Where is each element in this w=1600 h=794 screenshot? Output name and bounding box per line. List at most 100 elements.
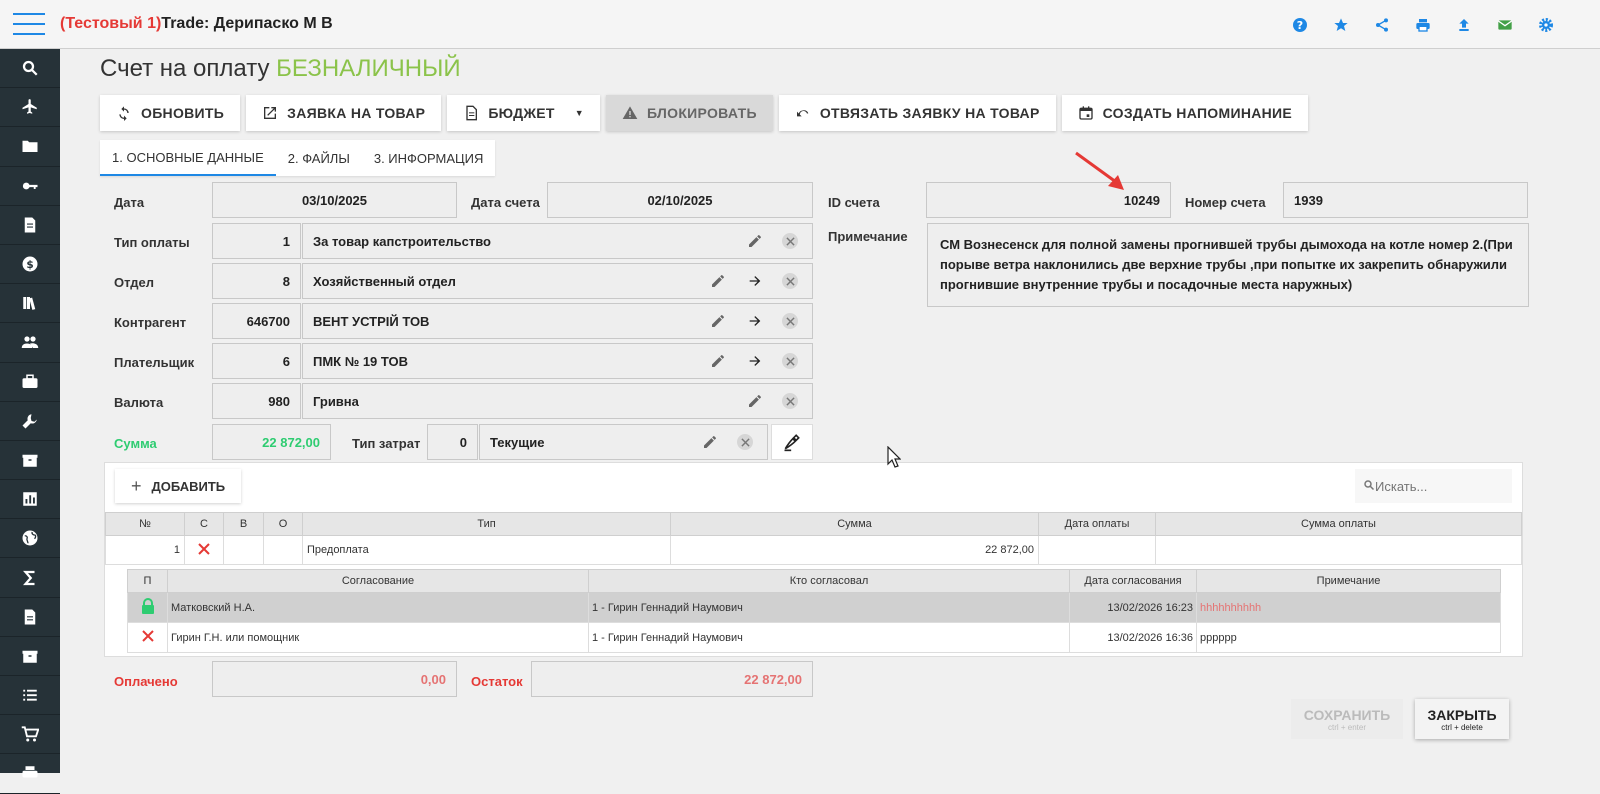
invoice-id-field[interactable]: 10249 bbox=[926, 182, 1171, 218]
currency-field[interactable]: Гривна bbox=[302, 383, 813, 419]
receipt-icon[interactable] bbox=[0, 206, 60, 245]
col-approval[interactable]: Согласование bbox=[167, 569, 589, 593]
chart-icon[interactable] bbox=[0, 480, 60, 520]
budget-label: БЮДЖЕТ bbox=[488, 105, 555, 121]
note-label: Примечание bbox=[828, 229, 908, 244]
col-pay-sum[interactable]: Сумма оплаты bbox=[1155, 512, 1522, 536]
col-approved-by[interactable]: Кто согласовал bbox=[588, 569, 1070, 593]
print-icon[interactable] bbox=[1412, 14, 1433, 35]
add-button[interactable]: + ДОБАВИТЬ bbox=[115, 469, 242, 503]
col-number[interactable]: № bbox=[105, 512, 185, 536]
edit-icon[interactable] bbox=[708, 271, 728, 291]
plane-icon[interactable] bbox=[0, 88, 60, 128]
clear-icon[interactable] bbox=[782, 353, 798, 369]
edit-icon[interactable] bbox=[745, 391, 765, 411]
edit-icon[interactable] bbox=[708, 311, 728, 331]
dept-label: Отдел bbox=[114, 275, 155, 290]
dollar-icon[interactable]: $ bbox=[0, 245, 60, 285]
table-row[interactable]: 1 Предоплата 22 872,00 bbox=[105, 535, 1522, 565]
tab-main[interactable]: 1. ОСНОВНЫЕ ДАННЫЕ bbox=[100, 140, 276, 176]
pay-type-field[interactable]: За товар капстроительство bbox=[302, 223, 813, 259]
col-o[interactable]: О bbox=[263, 512, 303, 536]
box2-icon[interactable] bbox=[0, 637, 60, 676]
cost-type-field[interactable]: Текущие bbox=[479, 424, 768, 460]
edit-icon[interactable] bbox=[745, 231, 765, 251]
payer-field[interactable]: ПМК № 19 ТОВ bbox=[302, 343, 813, 379]
refresh-button[interactable]: ОБНОВИТЬ bbox=[100, 95, 241, 131]
arrow-right-icon[interactable] bbox=[745, 311, 765, 331]
users-icon[interactable] bbox=[0, 323, 60, 363]
share-icon[interactable] bbox=[1371, 14, 1392, 35]
list-icon[interactable] bbox=[0, 676, 60, 716]
col-approval-date[interactable]: Дата согласования bbox=[1069, 569, 1197, 593]
briefcase-icon[interactable] bbox=[0, 363, 60, 402]
contractor-code[interactable]: 646700 bbox=[212, 303, 301, 339]
invoice-date-field[interactable]: 02/10/2025 bbox=[547, 182, 813, 218]
payer-code[interactable]: 6 bbox=[212, 343, 301, 379]
col-pay-date[interactable]: Дата оплаты bbox=[1038, 512, 1156, 536]
tab-info[interactable]: 3. ИНФОРМАЦИЯ bbox=[362, 140, 496, 176]
table-row[interactable]: Матковский Н.А. 1 - Гирин Геннадий Наумо… bbox=[127, 592, 1501, 623]
mail-icon[interactable] bbox=[1494, 14, 1515, 35]
help-icon[interactable]: ? bbox=[1289, 14, 1310, 35]
clear-icon[interactable] bbox=[782, 233, 798, 249]
clear-icon[interactable] bbox=[782, 273, 798, 289]
mouse-cursor bbox=[887, 446, 901, 468]
upload-icon[interactable] bbox=[1453, 14, 1474, 35]
clear-icon[interactable] bbox=[782, 313, 798, 329]
block-button[interactable]: БЛОКИРОВАТЬ bbox=[606, 95, 773, 131]
print2-icon[interactable] bbox=[0, 754, 60, 794]
settings-icon[interactable] bbox=[1535, 14, 1556, 35]
rest-field[interactable]: 22 872,00 bbox=[531, 661, 813, 697]
pay-type-code[interactable]: 1 bbox=[212, 223, 301, 259]
reminder-button[interactable]: СОЗДАТЬ НАПОМИНАНИЕ bbox=[1061, 95, 1309, 131]
cost-type-code[interactable]: 0 bbox=[427, 424, 478, 460]
col-v[interactable]: В bbox=[223, 512, 264, 536]
globe-icon[interactable] bbox=[0, 519, 60, 559]
table-row[interactable]: Гирин Г.Н. или помощник 1 - Гирин Геннад… bbox=[127, 622, 1501, 653]
wrench-icon[interactable] bbox=[0, 402, 60, 441]
save-button[interactable]: СОХРАНИТЬ ctrl + enter bbox=[1291, 699, 1403, 739]
app-title: (Тестовый 1)Trade: Дерипаско М В bbox=[60, 15, 333, 33]
currency-value: Гривна bbox=[313, 393, 359, 409]
box-icon[interactable] bbox=[0, 441, 60, 481]
note-field[interactable]: СМ Вознесенск для полной замены прогнивш… bbox=[927, 223, 1529, 307]
dept-code[interactable]: 8 bbox=[212, 263, 301, 299]
edit-icon[interactable] bbox=[700, 432, 720, 452]
edit-icon[interactable] bbox=[708, 351, 728, 371]
close-button[interactable]: ЗАКРЫТЬ ctrl + delete bbox=[1415, 699, 1509, 739]
sign-button[interactable] bbox=[771, 424, 813, 460]
invoice-number-field[interactable]: 1939 bbox=[1283, 182, 1528, 218]
paid-field[interactable]: 0,00 bbox=[212, 661, 457, 697]
col-approval-note[interactable]: Примечание bbox=[1196, 569, 1501, 593]
col-sum[interactable]: Сумма bbox=[670, 512, 1039, 536]
contractor-field[interactable]: ВЕНТ УСТРІЙ ТОВ bbox=[302, 303, 813, 339]
search-box[interactable] bbox=[1355, 469, 1512, 503]
cart-icon[interactable] bbox=[0, 715, 60, 755]
key-icon[interactable] bbox=[0, 167, 60, 206]
clear-icon[interactable] bbox=[782, 393, 798, 409]
clear-icon[interactable] bbox=[737, 434, 753, 450]
col-type[interactable]: Тип bbox=[302, 512, 671, 536]
col-p[interactable]: П bbox=[127, 569, 168, 593]
arrow-right-icon[interactable] bbox=[745, 351, 765, 371]
sum-field[interactable]: 22 872,00 bbox=[212, 424, 331, 460]
unlink-button[interactable]: ОТВЯЗАТЬ ЗАЯВКУ НА ТОВАР bbox=[778, 95, 1056, 131]
sigma-icon[interactable] bbox=[0, 558, 60, 598]
dept-field[interactable]: Хозяйственный отдел bbox=[302, 263, 813, 299]
document-icon[interactable] bbox=[0, 598, 60, 637]
arrow-right-icon[interactable] bbox=[745, 271, 765, 291]
books-icon[interactable] bbox=[0, 284, 60, 324]
currency-code[interactable]: 980 bbox=[212, 383, 301, 419]
col-c[interactable]: С bbox=[184, 512, 224, 536]
request-button[interactable]: ЗАЯВКА НА ТОВАР bbox=[246, 95, 442, 131]
budget-button[interactable]: БЮДЖЕТ ▼ bbox=[447, 95, 600, 131]
star-icon[interactable] bbox=[1330, 14, 1351, 35]
search-input[interactable] bbox=[1375, 478, 1510, 494]
folder-icon[interactable] bbox=[0, 127, 60, 167]
reject-icon bbox=[127, 622, 168, 653]
search-icon[interactable] bbox=[0, 49, 60, 89]
menu-icon[interactable] bbox=[13, 13, 45, 37]
tab-files[interactable]: 2. ФАЙЛЫ bbox=[276, 140, 362, 176]
date-field[interactable]: 03/10/2025 bbox=[212, 182, 457, 218]
